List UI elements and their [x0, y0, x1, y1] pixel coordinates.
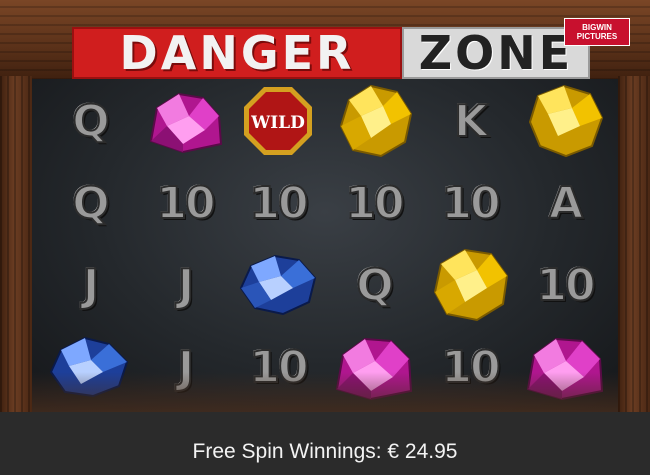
symbol-pink-gem — [140, 81, 230, 161]
symbol-j: J — [82, 259, 100, 312]
symbol-10: 10 — [248, 341, 309, 394]
symbol-10: 10 — [344, 177, 405, 230]
symbol-q: Q — [71, 177, 110, 230]
title-danger-panel: DANGER — [72, 27, 402, 79]
symbol-j: J — [177, 259, 195, 312]
wild-label: WILD — [250, 113, 305, 133]
symbol-wild: WILD — [233, 81, 323, 161]
symbol-blue-gem — [233, 245, 323, 325]
symbol-10: 10 — [440, 341, 501, 394]
game-frame: Q WILD K Q 10 10 10 10 A J J Q 10 J 10 1… — [0, 0, 650, 412]
symbol-10: 10 — [535, 259, 596, 312]
pink-gem-icon — [526, 337, 604, 401]
symbol-gold-nugget — [425, 245, 515, 325]
symbol-gold-nugget — [520, 81, 610, 161]
wild-stop-sign-icon: WILD — [244, 87, 312, 155]
pink-gem-icon — [335, 337, 413, 401]
symbol-q: Q — [355, 259, 394, 312]
gold-nugget-icon — [339, 84, 413, 158]
title-zone-text: ZONE — [418, 26, 574, 80]
symbol-a: A — [548, 177, 584, 230]
reel-grid: Q WILD K Q 10 10 10 10 A J J Q 10 J 10 1… — [32, 79, 618, 412]
symbol-k: K — [453, 95, 489, 148]
title-danger-text: DANGER — [119, 26, 355, 80]
pink-gem-icon — [149, 92, 223, 154]
symbol-j: J — [177, 341, 195, 394]
game-title: DANGER ZONE — [72, 27, 590, 79]
symbol-10: 10 — [155, 177, 216, 230]
title-zone-panel: ZONE — [402, 27, 590, 79]
symbol-pink-gem — [329, 327, 419, 407]
blue-gem-icon — [49, 336, 129, 398]
blue-gem-icon — [239, 254, 317, 316]
free-spin-winnings: Free Spin Winnings: € 24.95 — [192, 440, 458, 463]
gold-nugget-icon — [433, 248, 509, 322]
symbol-gold-nugget — [329, 81, 419, 161]
left-wood-post — [0, 76, 32, 412]
symbol-blue-gem — [45, 327, 135, 407]
bigwin-pictures-logo: BIGWIN PICTURES — [564, 18, 630, 46]
symbol-q: Q — [71, 95, 110, 148]
right-wood-post — [618, 76, 650, 412]
gold-nugget-icon — [528, 84, 604, 158]
symbol-10: 10 — [248, 177, 309, 230]
symbol-10: 10 — [440, 177, 501, 230]
symbol-pink-gem — [520, 327, 610, 407]
